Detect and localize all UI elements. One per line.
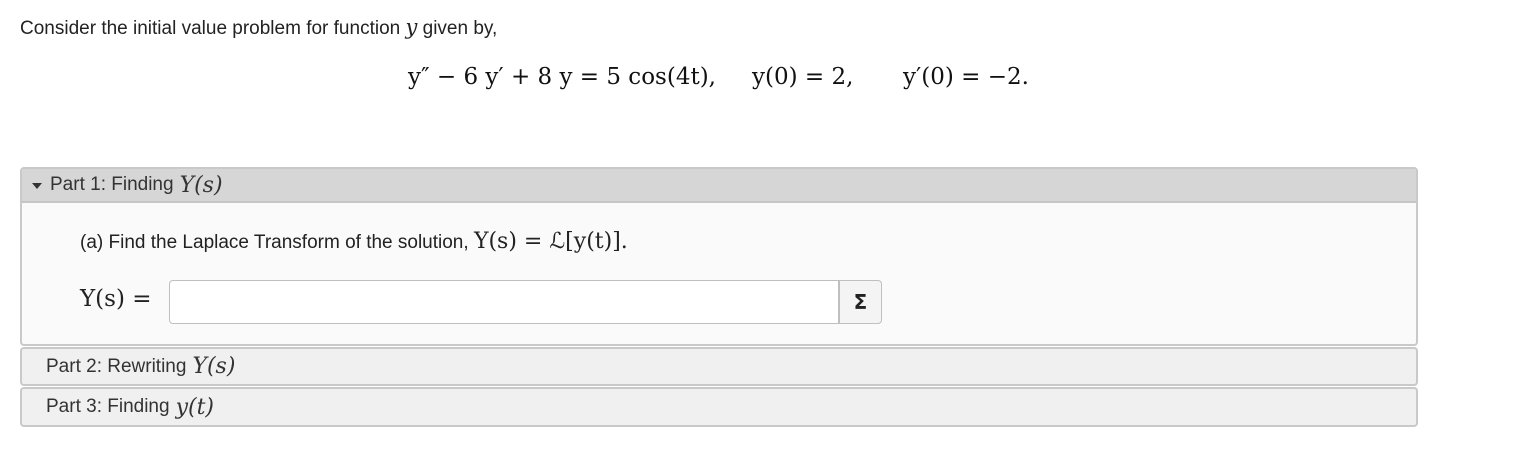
answer-input[interactable] [169,280,839,324]
ivp-equation: y″ − 6 y′ + 8 y = 5 cos(4t), y(0) = 2, y… [0,64,1532,100]
caret-down-icon [32,183,42,189]
part-2-label: Part 2: Rewriting [46,355,187,377]
question-math: Y(s) = ℒ[y(t)]. [473,229,628,254]
intro-variable: y [405,15,418,39]
part-2-panel: Part 2: Rewriting Y(s) [20,347,1418,386]
intro-text-before: Consider the initial value problem for f… [20,18,406,39]
part-1-panel: Part 1: Finding Y(s) (a) Find the Laplac… [20,167,1418,346]
ode-equation: y″ − 6 y′ + 8 y = 5 cos(4t), [408,64,716,90]
answer-label: Y(s) = [80,286,152,312]
part-1-question: (a) Find the Laplace Transform of the so… [80,229,628,254]
part-1-math: Y(s) [179,172,223,198]
part-1-label: Part 1: Finding [50,174,174,195]
sigma-icon: Σ [853,290,868,314]
intro-text-after: given by, [417,18,498,39]
part-3-math: y(t) [175,394,215,420]
initial-condition-1: y(0) = 2, [752,64,854,90]
part-2-header[interactable]: Part 2: Rewriting Y(s) [22,349,1416,384]
question-text: (a) Find the Laplace Transform of the so… [80,232,474,253]
problem-intro: Consider the initial value problem for f… [20,15,497,40]
initial-condition-2: y′(0) = −2. [903,64,1029,90]
equation-editor-button[interactable]: Σ [839,280,882,324]
part-3-label: Part 3: Finding [46,396,170,417]
part-3-header[interactable]: Part 3: Finding y(t) [22,389,1416,425]
part-3-panel: Part 3: Finding y(t) [20,387,1418,427]
part-2-math: Y(s) [192,354,236,379]
answer-label-text: Y(s) = [80,286,152,312]
part-1-header[interactable]: Part 1: Finding Y(s) [22,169,1416,203]
